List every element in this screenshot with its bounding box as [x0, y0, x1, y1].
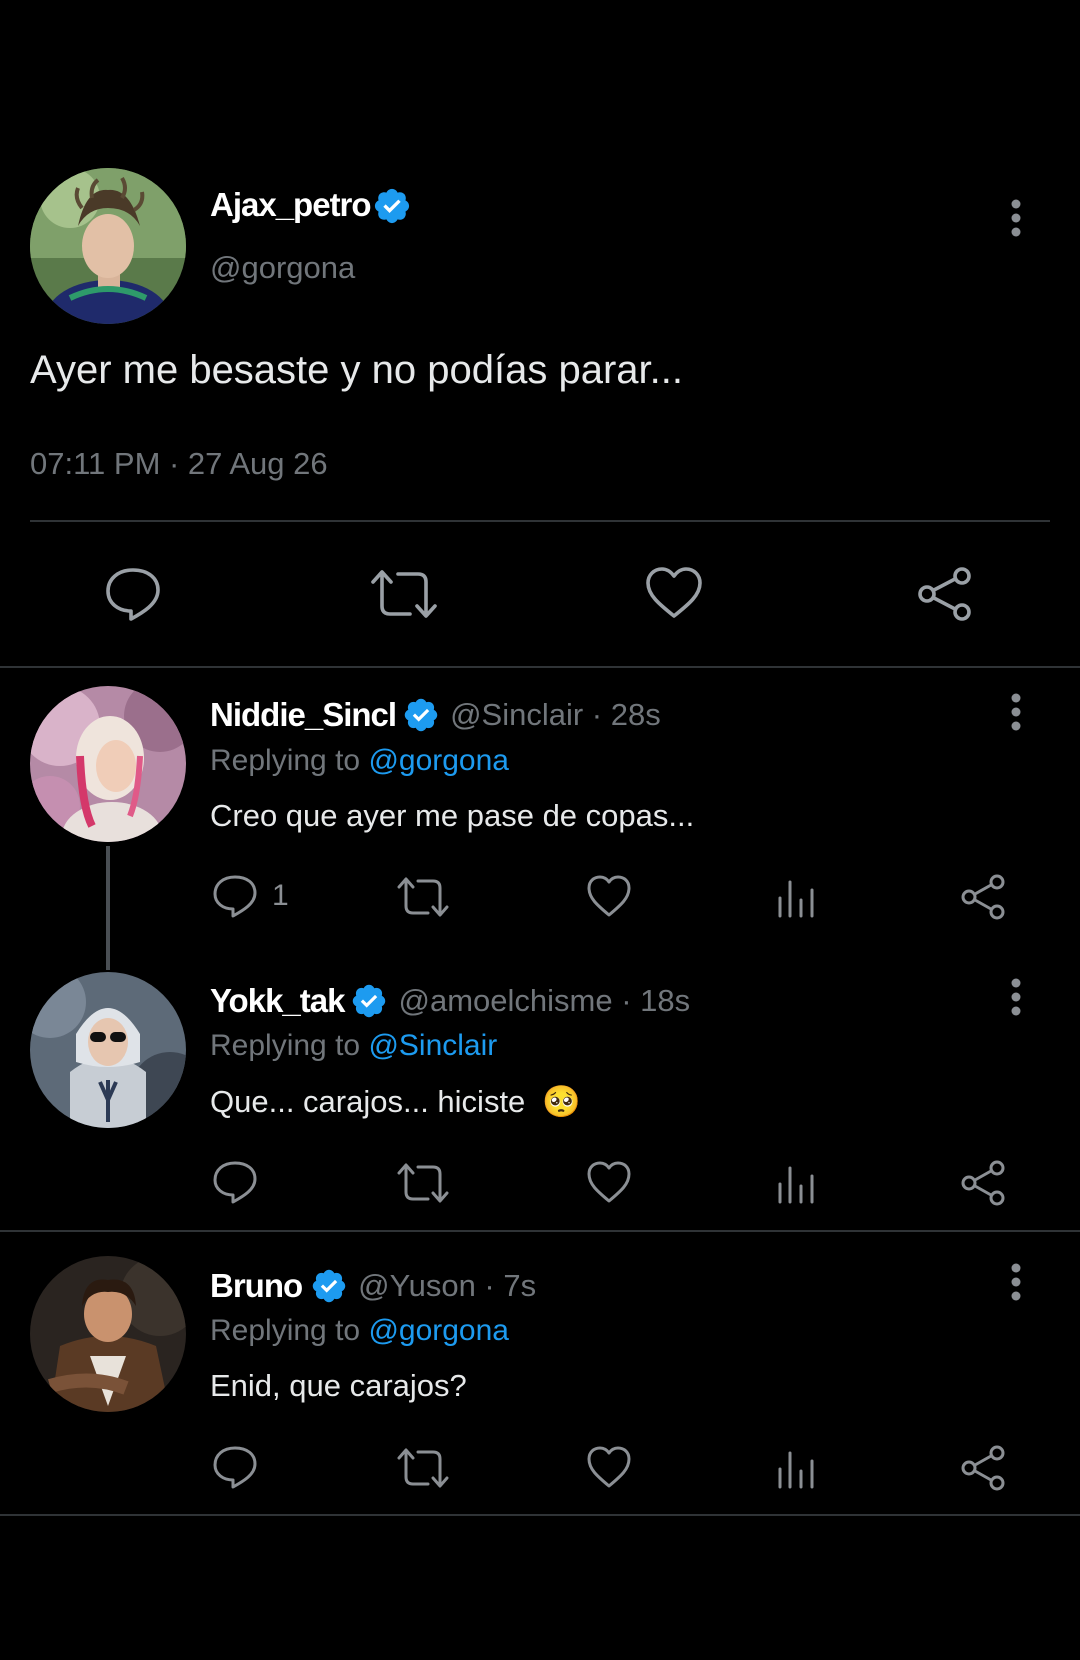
reply-author-name[interactable]: Yokk_tak [210, 982, 345, 1020]
reply-button[interactable]: 1 [212, 874, 289, 918]
heart-icon [646, 567, 702, 618]
more-options-icon[interactable] [1004, 198, 1028, 242]
retweet-button[interactable] [396, 876, 450, 918]
reply-text-line: Que... carajos... hiciste 🥺 [210, 1083, 581, 1120]
section-divider [0, 1230, 1080, 1232]
reply-icon [213, 1446, 257, 1489]
like-button[interactable] [645, 566, 703, 620]
share-icon [961, 1445, 1005, 1491]
reply-button[interactable] [212, 1445, 258, 1489]
verified-badge-icon [312, 1269, 346, 1303]
share-button[interactable] [960, 1445, 1006, 1491]
replying-to-label: Replying to [210, 744, 361, 777]
reply-icon [213, 1161, 257, 1204]
reply-text: Enid, que carajos? [210, 1368, 467, 1403]
share-button[interactable] [916, 566, 974, 622]
heart-icon [587, 1161, 631, 1203]
replying-to-line: Replying to @gorgona [210, 744, 509, 778]
section-divider [0, 666, 1080, 668]
retweet-icon [397, 1448, 449, 1488]
verified-badge-icon [404, 698, 438, 732]
verified-badge-icon [353, 984, 386, 1018]
retweet-button[interactable] [396, 1162, 450, 1204]
reply-author-name[interactable]: Bruno [210, 1267, 303, 1305]
retweet-icon [397, 1163, 449, 1203]
reply-header: Niddie_Sincl @Sinclair · 28s [210, 696, 661, 734]
retweet-button[interactable] [370, 568, 438, 620]
more-options-icon[interactable] [1004, 1262, 1028, 1306]
reply-icon [106, 568, 160, 621]
share-icon [918, 567, 971, 621]
replying-to-mention[interactable]: @Sinclair [368, 1029, 497, 1062]
more-options-icon[interactable] [1004, 977, 1028, 1021]
section-divider [0, 1514, 1080, 1516]
replying-to-label: Replying to [210, 1029, 361, 1062]
reply-handle-time[interactable]: @Yuson · 7s [358, 1268, 536, 1304]
share-icon [961, 1160, 1005, 1206]
reply-text: Que... carajos... hiciste [210, 1084, 526, 1119]
views-button[interactable] [776, 1162, 816, 1204]
share-button[interactable] [960, 874, 1006, 920]
retweet-button[interactable] [396, 1447, 450, 1489]
avatar-yokk-tak[interactable] [30, 972, 186, 1128]
avatar-bruno[interactable] [30, 1256, 186, 1412]
author-name[interactable]: Ajax_petro [210, 186, 372, 224]
views-button[interactable] [776, 1447, 816, 1489]
like-button[interactable] [586, 1445, 632, 1489]
author-handle[interactable]: @gorgona [210, 250, 355, 286]
reply-header: Bruno @Yuson · 7s [210, 1267, 536, 1305]
timestamp-divider [30, 520, 1050, 522]
tweet-timestamp: 07:11 PM · 27 Aug 26 [30, 446, 328, 481]
replying-to-line: Replying to @gorgona [210, 1314, 509, 1348]
replying-to-mention[interactable]: @gorgona [368, 744, 509, 777]
analytics-icon [778, 880, 814, 918]
share-icon [961, 874, 1005, 920]
replying-to-line: Replying to @Sinclair [210, 1029, 497, 1063]
reply-handle-time[interactable]: @Sinclair · 28s [450, 697, 661, 733]
verified-badge-icon [374, 188, 410, 224]
reply-icon [213, 875, 257, 918]
reply-handle-time[interactable]: @amoelchisme · 18s [398, 983, 690, 1019]
pleading-face-emoji: 🥺 [541, 1084, 581, 1119]
analytics-icon [778, 1166, 814, 1204]
reply-button[interactable] [104, 566, 162, 622]
reply-author-name[interactable]: Niddie_Sincl [210, 696, 397, 734]
heart-icon [587, 1446, 631, 1488]
replying-to-label: Replying to [210, 1314, 361, 1347]
like-button[interactable] [586, 1160, 632, 1204]
tweet-text: Ayer me besaste y no podías parar... [30, 348, 683, 392]
retweet-icon [371, 570, 437, 618]
reply-header: Yokk_tak @amoelchisme · 18s [210, 982, 690, 1020]
reply-text: Creo que ayer me pase de copas... [210, 798, 695, 833]
heart-icon [587, 875, 631, 917]
replying-to-mention[interactable]: @gorgona [368, 1314, 509, 1347]
retweet-icon [397, 877, 449, 917]
reply-button[interactable] [212, 1160, 258, 1204]
more-options-icon[interactable] [1004, 692, 1028, 736]
avatar-ajax-petro[interactable] [30, 168, 186, 324]
views-button[interactable] [776, 876, 816, 918]
avatar-niddie-sincl[interactable] [30, 686, 186, 842]
thread-line [106, 846, 110, 970]
like-button[interactable] [586, 874, 632, 918]
analytics-icon [778, 1451, 814, 1489]
reply-count: 1 [272, 879, 289, 912]
share-button[interactable] [960, 1160, 1006, 1206]
